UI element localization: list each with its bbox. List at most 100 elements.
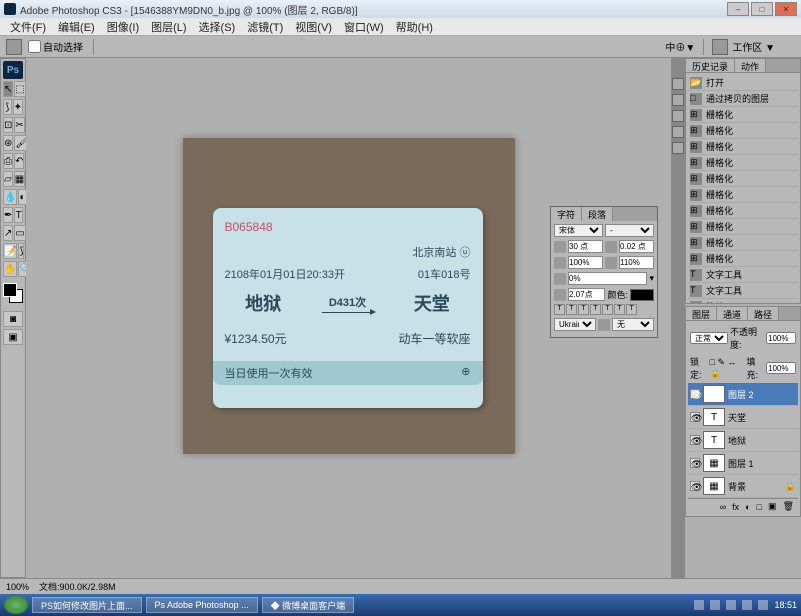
tab-paths[interactable]: 路径: [748, 307, 779, 320]
eyedropper-tool[interactable]: ⟆: [18, 243, 24, 259]
history-item[interactable]: ⊞栅格化: [688, 219, 798, 235]
menu-item[interactable]: 选择(S): [193, 19, 242, 35]
type-style-button[interactable]: T: [578, 304, 589, 315]
maximize-button[interactable]: □: [751, 2, 773, 16]
vscale-input[interactable]: [568, 256, 603, 269]
wand-tool[interactable]: ✦: [13, 99, 23, 115]
history-item[interactable]: ⊞栅格化: [688, 107, 798, 123]
history-item[interactable]: ⊞栅格化: [688, 123, 798, 139]
minimize-button[interactable]: –: [727, 2, 749, 16]
history-item[interactable]: ⊞栅格化: [688, 187, 798, 203]
history-item[interactable]: ⊞栅格化: [688, 251, 798, 267]
workspace-dropdown[interactable]: 工作区 ▼: [732, 39, 775, 54]
style-select[interactable]: -: [605, 224, 654, 237]
crop-tool[interactable]: ⊡: [3, 117, 13, 133]
menu-item[interactable]: 文件(F): [4, 19, 52, 35]
baseline-input[interactable]: [568, 272, 647, 285]
layer-item[interactable]: 👁T地狱: [688, 429, 798, 452]
layer-action-icon[interactable]: □: [755, 502, 764, 512]
type-style-button[interactable]: T: [554, 304, 565, 315]
history-brush-tool[interactable]: ↶: [14, 153, 24, 169]
menu-item[interactable]: 滤镜(T): [241, 19, 289, 35]
tab-actions[interactable]: 动作: [735, 59, 766, 72]
hscale-input[interactable]: [619, 256, 654, 269]
tray-icon[interactable]: [726, 600, 736, 610]
type-style-button[interactable]: T: [626, 304, 637, 315]
dock-icon[interactable]: [672, 142, 684, 154]
layer-action-icon[interactable]: 🗑: [781, 501, 796, 512]
close-button[interactable]: ✕: [775, 2, 797, 16]
type-style-button[interactable]: T: [566, 304, 577, 315]
menu-item[interactable]: 窗口(W): [338, 19, 390, 35]
menu-item[interactable]: 视图(V): [289, 19, 338, 35]
kern-input[interactable]: [568, 288, 605, 301]
history-item[interactable]: ⊞栅格化: [688, 203, 798, 219]
history-item[interactable]: T文字工具: [688, 267, 798, 283]
tab-channels[interactable]: 通道: [717, 307, 748, 320]
layer-item[interactable]: 👁▦图层 1: [688, 452, 798, 475]
history-item[interactable]: 📂打开: [688, 75, 798, 91]
lang-select[interactable]: Ukrainian: [554, 318, 596, 331]
history-item[interactable]: ⊞栅格化: [688, 235, 798, 251]
history-item[interactable]: ↔移动: [688, 299, 798, 303]
document-canvas[interactable]: B065848 北京南站 ⓤ 2108年01月01日20:33开01车018号 …: [183, 138, 515, 454]
blend-mode-select[interactable]: 正常: [690, 332, 728, 344]
history-item[interactable]: ⊞栅格化: [688, 155, 798, 171]
path-tool[interactable]: ↗: [3, 225, 13, 241]
pen-tool[interactable]: ✒: [3, 207, 13, 223]
clock[interactable]: 18:51: [774, 600, 797, 610]
layer-item[interactable]: 👁▦背景🔒: [688, 475, 798, 498]
tray-icon[interactable]: [742, 600, 752, 610]
tray-icon[interactable]: [694, 600, 704, 610]
tab-history[interactable]: 历史记录: [686, 59, 735, 72]
dock-icon[interactable]: [672, 110, 684, 122]
type-style-button[interactable]: T: [602, 304, 613, 315]
dock-icon[interactable]: [672, 78, 684, 90]
layer-action-icon[interactable]: fx: [730, 502, 741, 512]
tab-character[interactable]: 字符: [551, 207, 582, 221]
menu-item[interactable]: 图层(L): [145, 19, 192, 35]
type-tool[interactable]: T: [14, 207, 23, 223]
notes-tool[interactable]: 📝: [3, 243, 17, 259]
menu-item[interactable]: 帮助(H): [390, 19, 439, 35]
quickmask-tool[interactable]: ◙: [3, 311, 23, 327]
menu-item[interactable]: 图像(I): [101, 19, 145, 35]
heal-tool[interactable]: ⊛: [3, 135, 13, 151]
tray-icon[interactable]: [710, 600, 720, 610]
layer-action-icon[interactable]: ∞: [718, 502, 728, 512]
move-tool[interactable]: ↖: [3, 81, 13, 97]
auto-select-checkbox[interactable]: 自动选择: [28, 39, 83, 54]
screen-mode-icon[interactable]: 中⊕▼: [665, 39, 695, 54]
dock-icon[interactable]: [672, 126, 684, 138]
start-button[interactable]: [4, 596, 28, 614]
leading-input[interactable]: [619, 240, 654, 253]
color-swatch-char[interactable]: [630, 289, 654, 301]
aa-select[interactable]: 无: [612, 318, 654, 331]
layer-item[interactable]: 👁□图层 2: [688, 383, 798, 406]
font-select[interactable]: 宋体: [554, 224, 603, 237]
taskbar-button[interactable]: ◆ 微博桌面客户端: [262, 597, 355, 613]
history-item[interactable]: T文字工具: [688, 283, 798, 299]
layer-action-icon[interactable]: ▣: [766, 501, 779, 512]
zoom-level[interactable]: 100%: [6, 582, 29, 592]
type-style-button[interactable]: T: [590, 304, 601, 315]
tab-layers[interactable]: 图层: [686, 307, 717, 320]
layer-action-icon[interactable]: ◐: [743, 502, 752, 512]
slice-tool[interactable]: ✂: [14, 117, 24, 133]
size-input[interactable]: [568, 240, 603, 253]
type-style-button[interactable]: T: [614, 304, 625, 315]
workspace-icon[interactable]: [712, 39, 728, 55]
history-item[interactable]: ⊞栅格化: [688, 139, 798, 155]
gradient-tool[interactable]: ▦: [14, 171, 25, 187]
taskbar-button[interactable]: PS如何修改图片上面...: [32, 597, 142, 613]
tray-icon[interactable]: [758, 600, 768, 610]
tab-paragraph[interactable]: 段落: [582, 207, 613, 221]
history-item[interactable]: □通过拷贝的图层: [688, 91, 798, 107]
history-item[interactable]: ⊞栅格化: [688, 171, 798, 187]
screen-mode-tool[interactable]: ▣: [3, 329, 23, 345]
stamp-tool[interactable]: ⎙: [3, 153, 13, 169]
marquee-tool[interactable]: ⬚: [14, 81, 25, 97]
opacity-input[interactable]: [766, 332, 796, 344]
fill-input[interactable]: [766, 362, 796, 374]
shape-tool[interactable]: ▭: [14, 225, 25, 241]
